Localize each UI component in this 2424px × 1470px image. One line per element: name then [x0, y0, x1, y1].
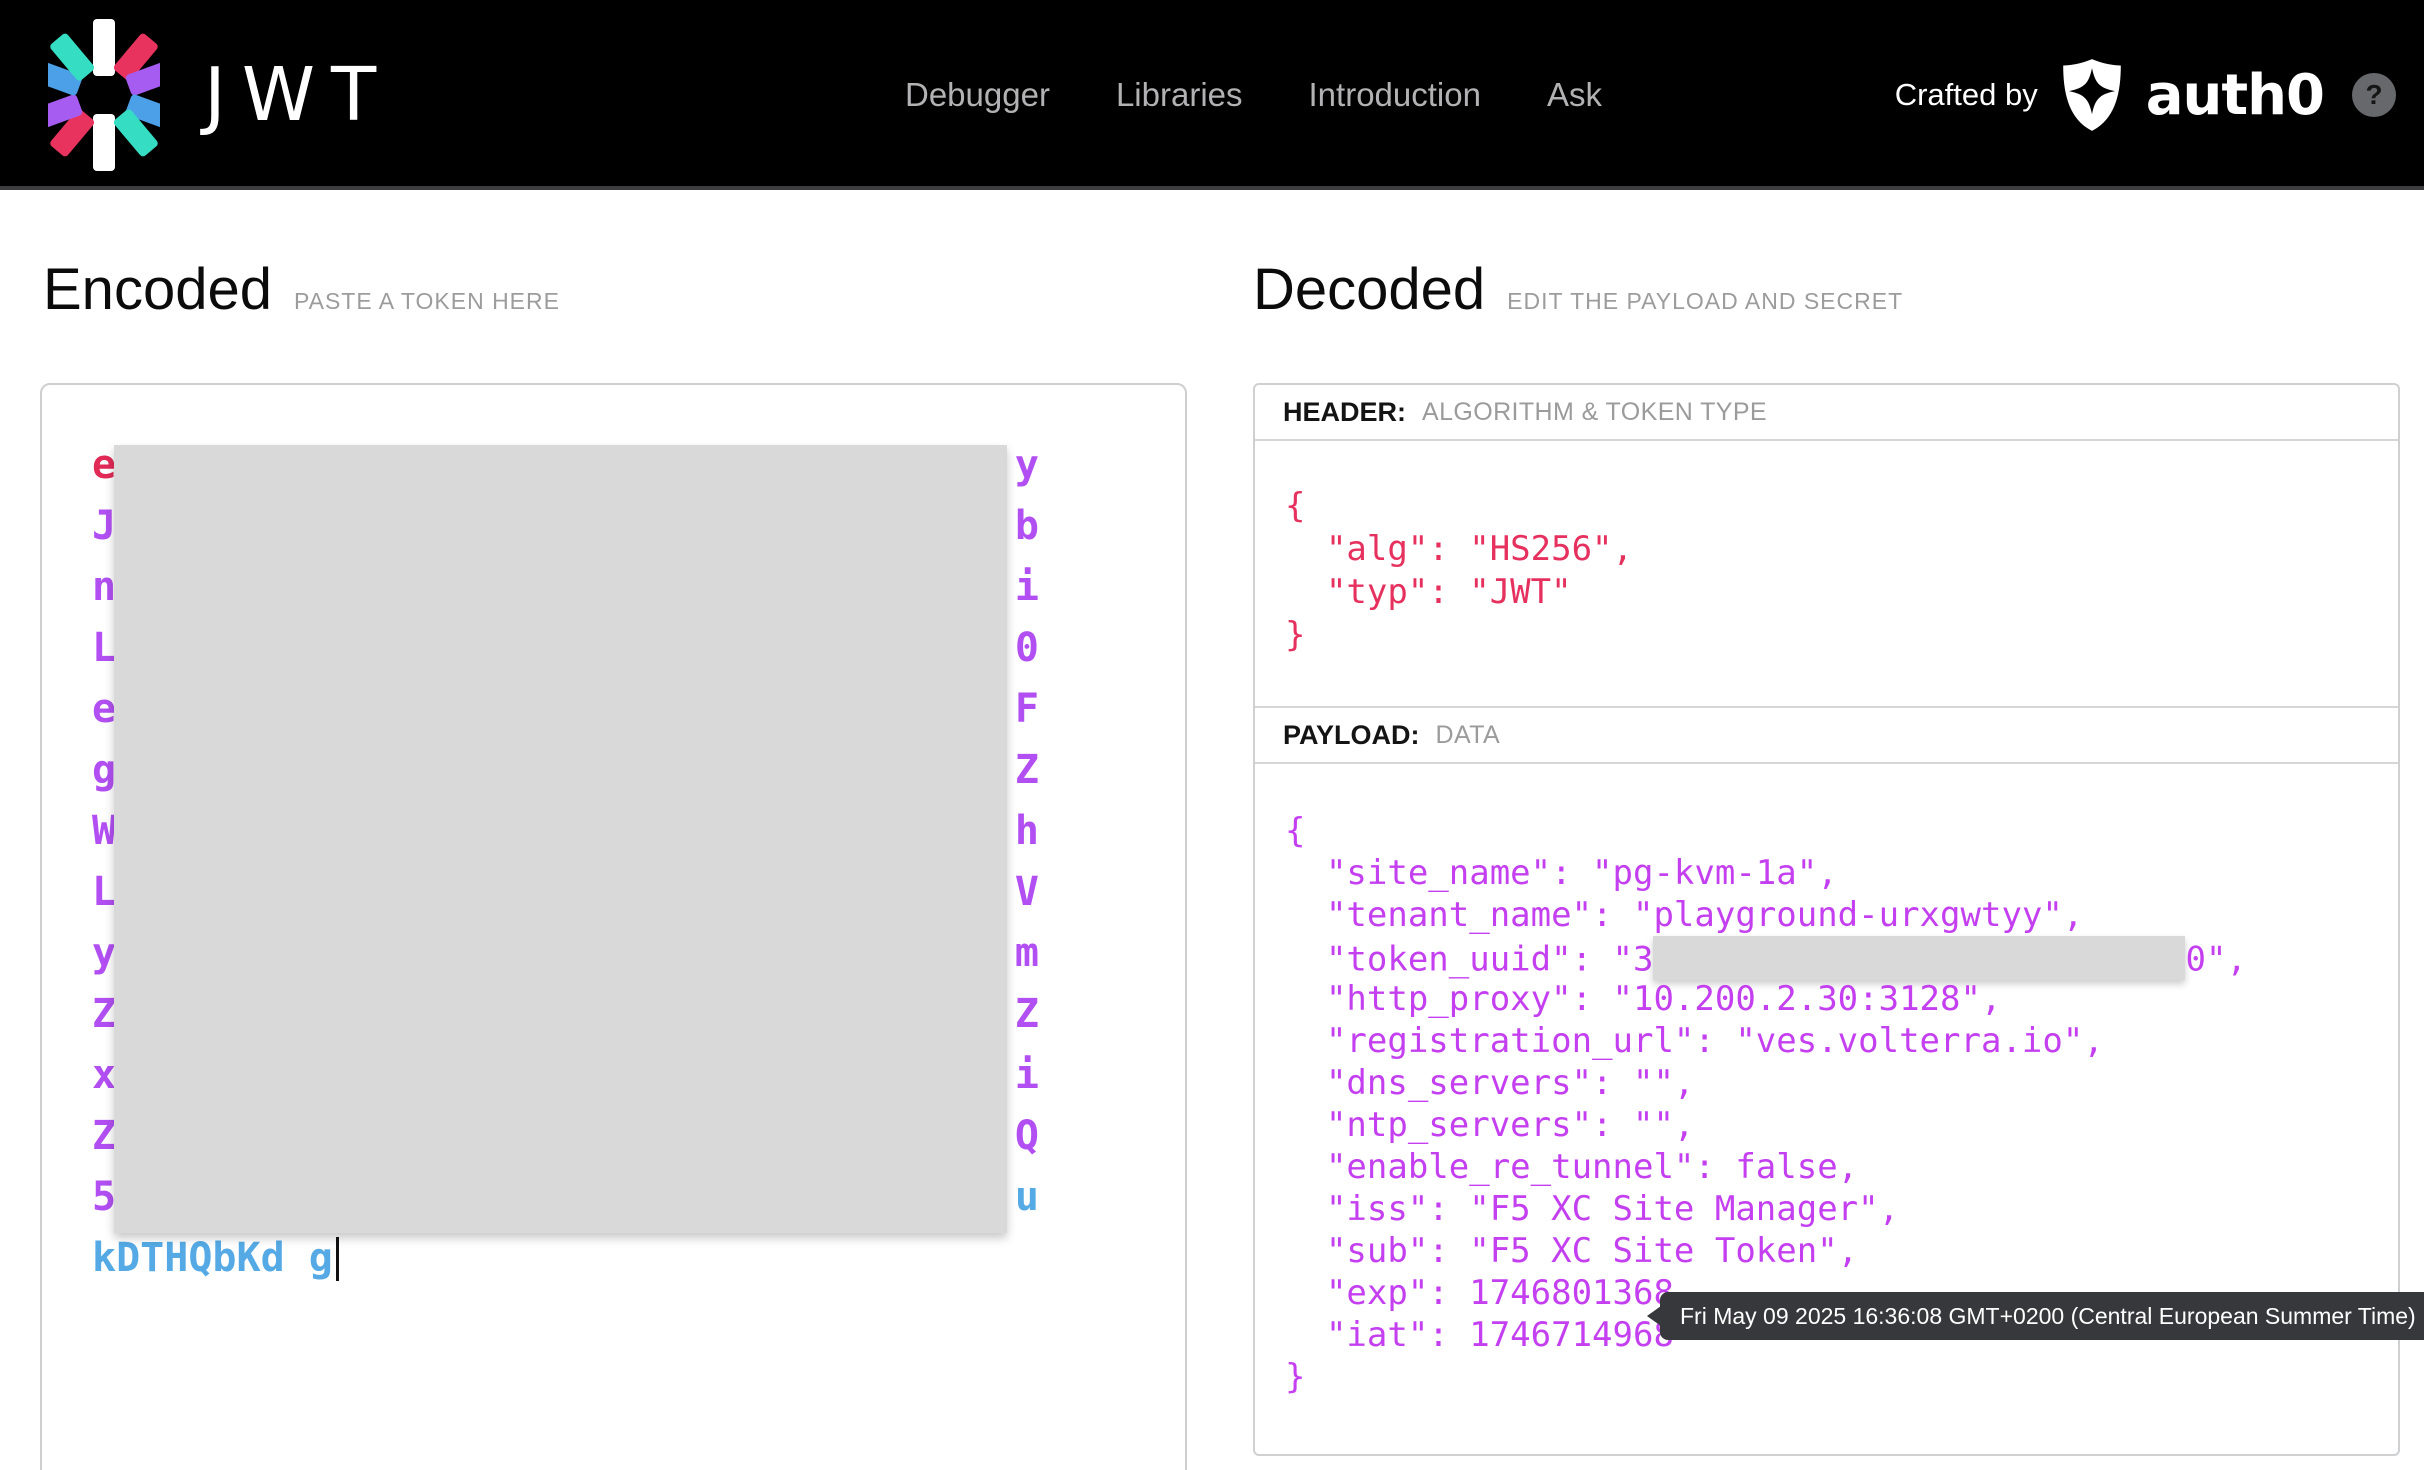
nav-link-debugger[interactable]: Debugger: [905, 76, 1050, 114]
payload-json-line: "ntp_servers": "",: [1285, 1105, 1695, 1145]
auth0-shield-icon[interactable]: [2060, 59, 2124, 131]
header-section-sublabel: ALGORITHM & TOKEN TYPE: [1422, 397, 1768, 426]
payload-json-line: "tenant_name": "playground-urxgwtyy",: [1285, 895, 2084, 935]
token-uuid-redaction: [1653, 936, 2186, 980]
payload-json-line: }: [1285, 1357, 1306, 1397]
encoded-title: Encoded: [43, 257, 272, 322]
text-cursor: [335, 1236, 339, 1281]
page: JWT Debugger Libraries Introduction Ask Cra…: [0, 0, 2424, 1470]
crafted-by-block: Crafted by auth0 ?: [1895, 0, 2396, 190]
payload-json-line: "token_uuid": "3 0",: [1285, 936, 2398, 980]
exp-date-tooltip-text: Fri May 09 2025 16:36:08 GMT+0200 (Centr…: [1680, 1302, 2416, 1329]
token-line: kDTHQbKd g: [92, 1228, 1039, 1289]
payload-json-line: "dns_servers": "",: [1285, 1063, 1695, 1103]
encoded-subtitle: PASTE A TOKEN HERE: [293, 288, 560, 314]
payload-section-label: PAYLOAD:: [1283, 719, 1420, 750]
header-section-label: HEADER:: [1283, 396, 1407, 427]
help-icon[interactable]: ?: [2352, 73, 2396, 117]
nav-link-libraries[interactable]: Libraries: [1116, 76, 1243, 114]
payload-json-line: {: [1285, 811, 1306, 851]
decoded-subtitle: EDIT THE PAYLOAD AND SECRET: [1507, 288, 1904, 314]
decoded-title: Decoded: [1253, 257, 1486, 322]
payload-json-line: "enable_re_tunnel": false,: [1285, 1147, 1859, 1187]
auth0-wordmark[interactable]: auth0: [2146, 63, 2325, 128]
jwt-logo[interactable]: JWT: [48, 0, 392, 190]
jwt-starburst-icon: [48, 19, 160, 171]
decoded-title-row: Decoded EDIT THE PAYLOAD AND SECRET: [1253, 256, 1903, 323]
exp-date-tooltip: Fri May 09 2025 16:36:08 GMT+0200 (Centr…: [1660, 1292, 2424, 1340]
header-json-editor[interactable]: { "alg": "HS256", "typ": "JWT" }: [1255, 441, 2398, 708]
encoded-title-row: Encoded PASTE A TOKEN HERE: [43, 256, 560, 323]
nav-link-introduction[interactable]: Introduction: [1309, 76, 1481, 114]
payload-json-line: "sub": "F5 XC Site Token",: [1285, 1231, 1859, 1271]
payload-json-line: "iss": "F5 XC Site Manager",: [1285, 1189, 1900, 1229]
nav-link-ask[interactable]: Ask: [1547, 76, 1602, 114]
encoded-token-editor[interactable]: e y Jb n i L 0 e Fg Z Wh L Vy m Z Zx i Z Q 5 u kDTHQbKd g: [40, 383, 1187, 1470]
main-nav: Debugger Libraries Introduction Ask: [905, 0, 1602, 190]
jwt-logo-text: JWT: [204, 52, 393, 138]
payload-json-line: "site_name": "pg-kvm-1a",: [1285, 853, 1838, 893]
payload-section-sublabel: DATA: [1435, 720, 1501, 749]
top-navigation-bar: JWT Debugger Libraries Introduction Ask Cra…: [0, 0, 2424, 190]
header-section-label-row: HEADER: ALGORITHM & TOKEN TYPE: [1255, 385, 2398, 441]
payload-json-line: "http_proxy": "10.200.2.30:3128",: [1285, 979, 2002, 1019]
crafted-by-text: Crafted by: [1894, 77, 2038, 112]
payload-section-label-row: PAYLOAD: DATA: [1255, 708, 2398, 764]
payload-json-line: "registration_url": "ves.volterra.io",: [1285, 1021, 2104, 1061]
token-redaction-overlay: [114, 445, 1007, 1233]
